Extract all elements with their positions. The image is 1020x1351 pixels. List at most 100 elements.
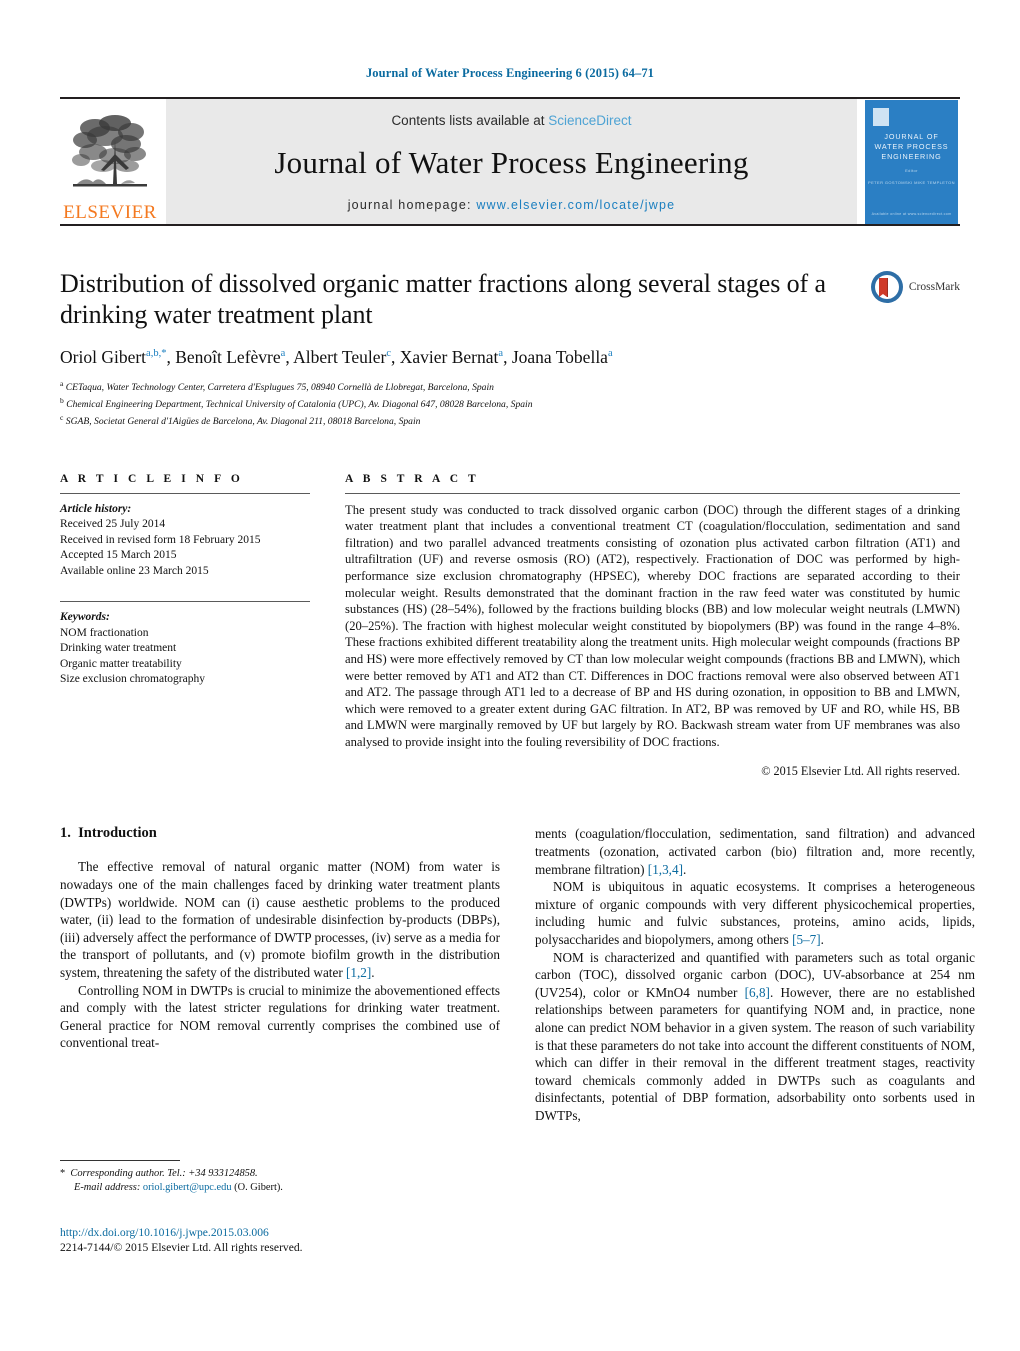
page-footer: * Corresponding author. Tel.: +34 933124… xyxy=(60,1160,500,1255)
author-name[interactable]: Benoît Lefèvre xyxy=(175,347,280,367)
intro-p4-end: . However, there are no established rela… xyxy=(535,984,975,1123)
citation-ref[interactable]: [1,3,4] xyxy=(648,862,683,877)
abstract-heading: A B S T R A C T xyxy=(345,472,480,485)
article-history-label: Article history: xyxy=(60,502,132,515)
email-label: E-mail address: xyxy=(74,1182,141,1193)
cover-badge-icon xyxy=(873,107,889,126)
running-head: Journal of Water Process Engineering 6 (… xyxy=(365,66,655,80)
author-name[interactable]: Oriol Gibert xyxy=(60,347,146,367)
keywords-list: NOM fractionation Drinking water treatmen… xyxy=(60,626,310,688)
author-name[interactable]: Joana Tobella xyxy=(512,347,608,367)
keyword-item: Organic matter treatability xyxy=(60,657,182,670)
journal-title: Journal of Water Process Engineering xyxy=(274,145,749,180)
article-history-list: Received 25 July 2014 Received in revised… xyxy=(60,517,310,579)
intro-paragraph-4: NOM is characterized and quantified with… xyxy=(535,949,975,1125)
intro-p1-text: The effective removal of natural organic… xyxy=(60,859,500,981)
email-link[interactable]: oriol.gibert@upc.edu xyxy=(143,1182,232,1193)
article-history-item: Accepted 15 March 2015 xyxy=(60,549,177,562)
crossmark-label: CrossMark xyxy=(908,281,960,293)
affiliation: a CETaqua, Water Technology Center, Carr… xyxy=(60,377,960,394)
citation-ref[interactable]: [1,2] xyxy=(346,965,371,980)
intro-paragraph-3: NOM is ubiquitous in aquatic ecosystems.… xyxy=(535,878,975,948)
abstract-column: A B S T R A C T The present study was co… xyxy=(345,473,960,780)
section-number: 1. xyxy=(60,825,71,842)
keyword-item: Drinking water treatment xyxy=(60,642,177,655)
contents-available-line: Contents lists available at ScienceDirec… xyxy=(391,113,631,128)
page-title: Distribution of dissolved organic matter… xyxy=(60,269,826,329)
cover-line-1: JOURNAL OF xyxy=(884,131,939,141)
cover-footer: Available online at www.sciencedirect.co… xyxy=(871,211,952,216)
info-abstract-row: A R T I C L E I N F O Article history: R… xyxy=(60,473,960,780)
affiliation: c SGAB, Societat General d'1Aigües de Ba… xyxy=(60,411,960,428)
intro-p1-end: . xyxy=(371,965,375,981)
intro-paragraph-2-cont: ments (coagulation/flocculation, sedimen… xyxy=(535,825,975,878)
masthead-bottom-rule xyxy=(60,224,960,226)
journal-homepage-line: journal homepage: www.elsevier.com/locat… xyxy=(348,198,676,212)
author-affiliation-mark: a,b,* xyxy=(146,348,167,360)
body-column-left: 1. Introduction The effective removal of… xyxy=(60,825,500,1124)
affiliation-list: a CETaqua, Water Technology Center, Carr… xyxy=(60,377,960,429)
intro-p2c-end: . xyxy=(682,861,687,877)
masthead-center: Contents lists available at ScienceDirec… xyxy=(166,99,857,224)
affiliation: b Chemical Engineering Department, Techn… xyxy=(60,394,960,411)
corresponding-author-note: * Corresponding author. Tel.: +34 933124… xyxy=(60,1167,500,1181)
doi-link[interactable]: http://dx.doi.org/10.1016/j.jwpe.2015.03… xyxy=(60,1225,500,1240)
keywords-label: Keywords: xyxy=(60,611,110,624)
article-history-item: Available online 23 March 2015 xyxy=(60,564,209,577)
title-block: Distribution of dissolved organic matter… xyxy=(60,268,960,429)
cover-editors: PETER GOSTOMSKI MIKE TEMPLETON xyxy=(868,179,955,185)
author-affiliation-mark: a xyxy=(498,348,504,360)
homepage-link[interactable]: www.elsevier.com/locate/jwpe xyxy=(476,198,675,212)
affiliation-text: CETaqua, Water Technology Center, Carret… xyxy=(63,382,494,394)
keywords-rule xyxy=(60,601,310,603)
corresponding-marker: * xyxy=(60,1168,66,1179)
abstract-text: The present study was conducted to track… xyxy=(345,502,960,749)
article-page: Journal of Water Process Engineering 6 (… xyxy=(0,0,1020,1351)
affiliation-text: SGAB, Societat General d'1Aigües de Barc… xyxy=(63,416,421,428)
author-affiliation-mark: c xyxy=(386,348,391,360)
abstract-copyright: © 2015 Elsevier Ltd. All rights reserved… xyxy=(761,764,960,779)
author-list: Oriol Giberta,b,*, Benoît Lefèvrea, Albe… xyxy=(60,347,613,367)
elsevier-logo: ELSEVIER xyxy=(60,99,160,224)
email-note: E-mail address: oriol.gibert@upc.edu (O.… xyxy=(60,1181,500,1195)
doi-block: http://dx.doi.org/10.1016/j.jwpe.2015.03… xyxy=(60,1225,500,1255)
author-affiliation-mark: a xyxy=(607,348,613,360)
footnote-rule xyxy=(60,1160,180,1161)
elsevier-wordmark: ELSEVIER xyxy=(63,202,157,223)
keyword-item: NOM fractionation xyxy=(60,626,149,639)
citation-ref[interactable]: [6,8] xyxy=(745,985,770,1000)
citation-ref[interactable]: [5–7] xyxy=(792,932,821,947)
corresponding-text: Corresponding author. Tel.: +34 93312485… xyxy=(70,1168,258,1179)
article-info-column: A R T I C L E I N F O Article history: R… xyxy=(60,473,310,780)
journal-cover-thumbnail: JOURNAL OF WATER PROCESS ENGINEERING Edi… xyxy=(865,99,960,224)
section-title: Introduction xyxy=(78,825,157,842)
intro-p3-end: . xyxy=(820,932,824,948)
article-info-heading: A R T I C L E I N F O xyxy=(60,472,244,485)
cover-editor-label: Editor xyxy=(905,167,918,173)
author-name[interactable]: Albert Teuler xyxy=(293,347,386,367)
section-heading-introduction: 1. Introduction xyxy=(60,825,500,842)
cover-line-3: ENGINEERING xyxy=(881,151,942,161)
sciencedirect-link[interactable]: ScienceDirect xyxy=(548,113,631,128)
intro-paragraph-1: The effective removal of natural organic… xyxy=(60,858,500,981)
intro-paragraph-2: Controlling NOM in DWTPs is crucial to m… xyxy=(60,982,500,1051)
article-history-item: Received in revised form 18 February 201… xyxy=(60,533,261,546)
crossmark-badge[interactable]: CrossMark xyxy=(870,270,960,304)
keyword-item: Size exclusion chromatography xyxy=(60,673,205,686)
body-columns: 1. Introduction The effective removal of… xyxy=(60,825,975,1124)
article-info-rule xyxy=(60,492,310,494)
crossmark-icon xyxy=(870,271,903,303)
abstract-rule xyxy=(345,492,960,494)
body-column-right: ments (coagulation/flocculation, sedimen… xyxy=(535,825,975,1124)
article-history-item: Received 25 July 2014 xyxy=(60,518,166,531)
author-name[interactable]: Xavier Bernat xyxy=(400,347,499,367)
cover-line-2: WATER PROCESS xyxy=(874,141,949,151)
homepage-prefix: journal homepage: xyxy=(347,198,477,212)
affiliation-text: Chemical Engineering Department, Technic… xyxy=(63,399,533,411)
author-affiliation-mark: a xyxy=(280,348,286,360)
elsevier-tree-icon xyxy=(72,115,147,187)
contents-prefix: Contents lists available at xyxy=(391,113,549,128)
cover-image: JOURNAL OF WATER PROCESS ENGINEERING Edi… xyxy=(865,99,958,224)
issn-copyright-line: 2214-7144/© 2015 Elsevier Ltd. All right… xyxy=(60,1241,303,1254)
